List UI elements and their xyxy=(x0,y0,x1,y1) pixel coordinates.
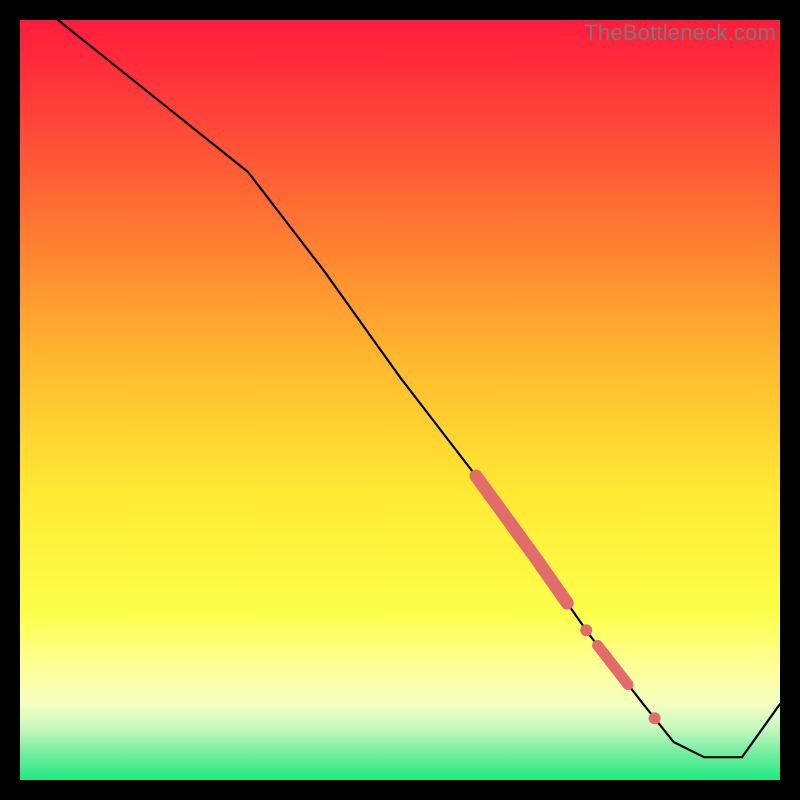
highlight-dot xyxy=(649,712,661,724)
chart-canvas xyxy=(20,20,780,780)
gradient-background xyxy=(20,20,780,780)
chart-frame: TheBottleneck.com xyxy=(20,20,780,780)
watermark-text: TheBottleneck.com xyxy=(584,20,776,46)
highlight-dot xyxy=(580,624,592,636)
